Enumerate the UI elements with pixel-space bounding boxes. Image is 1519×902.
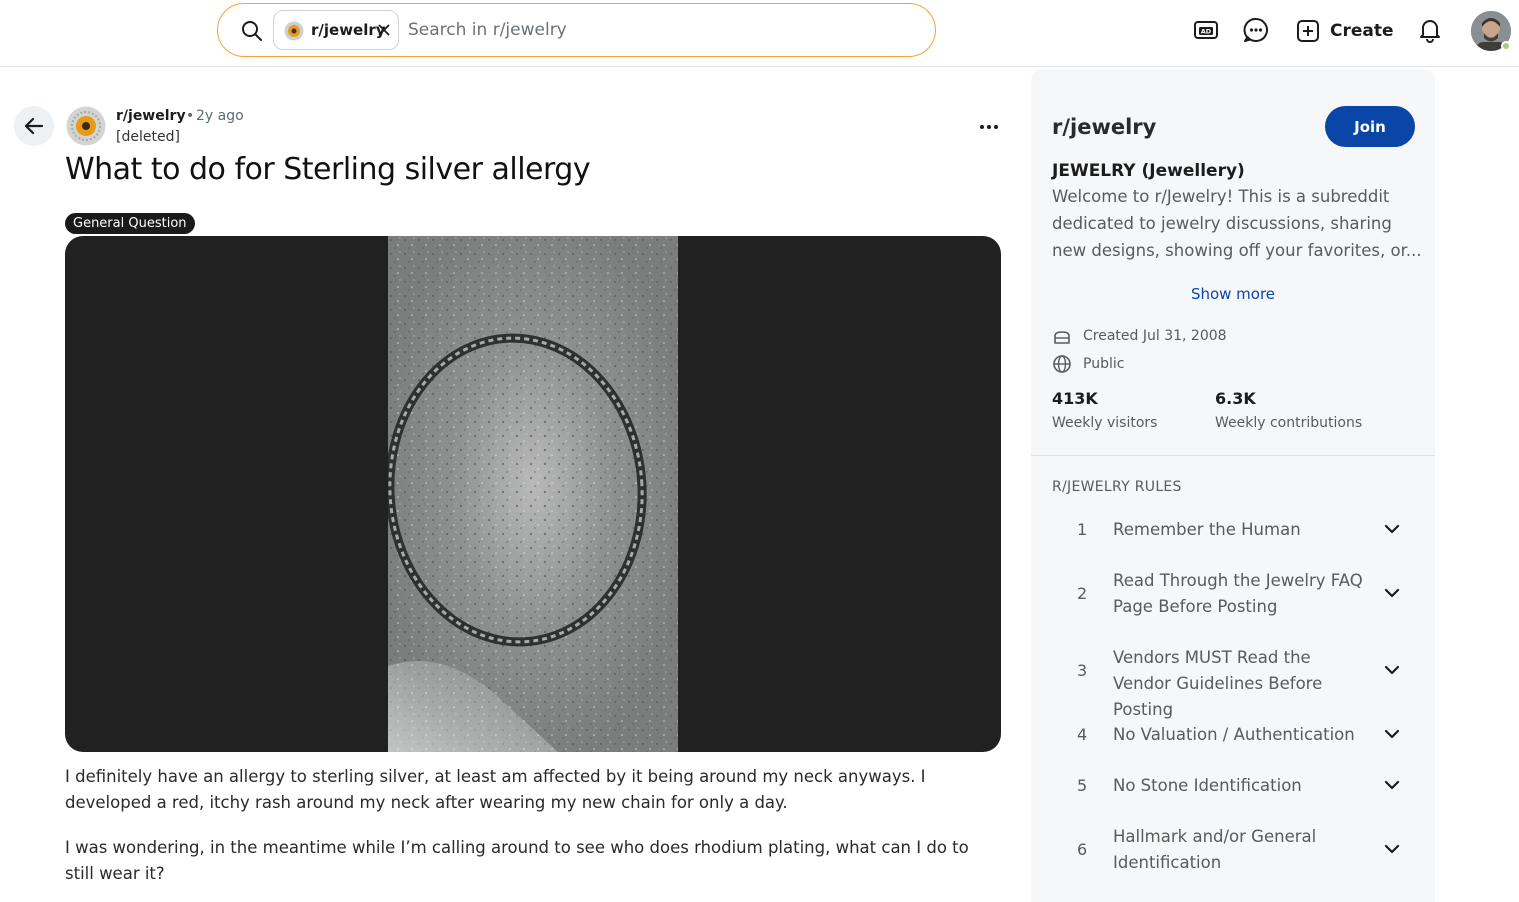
svg-text:AD: AD bbox=[1201, 28, 1212, 36]
weekly-contributions-count: 6.3K bbox=[1215, 389, 1256, 408]
rules-title: R/JEWELRY RULES bbox=[1052, 479, 1182, 495]
online-status-dot bbox=[1501, 41, 1511, 51]
plus-square-icon bbox=[1297, 20, 1319, 42]
rule-item[interactable]: 5 No Stone Identification bbox=[1031, 773, 1435, 799]
cake-icon bbox=[1054, 331, 1070, 344]
rule-number: 6 bbox=[1077, 840, 1088, 859]
community-title: r/jewelry bbox=[1052, 115, 1157, 139]
rule-text: Remember the Human bbox=[1113, 520, 1301, 539]
more-options-button[interactable] bbox=[976, 116, 1002, 138]
chevron-down-icon bbox=[1384, 844, 1400, 854]
rule-number: 2 bbox=[1077, 584, 1088, 603]
create-button[interactable]: Create bbox=[1296, 17, 1394, 45]
show-more-link[interactable]: Show more bbox=[1031, 285, 1435, 303]
chevron-down-icon bbox=[1384, 665, 1400, 675]
rule-item[interactable]: 6 Hallmark and/or General Identification bbox=[1031, 824, 1435, 876]
subreddit-avatar-icon bbox=[284, 21, 304, 41]
weekly-visitors-label: Weekly visitors bbox=[1052, 415, 1158, 431]
visibility-row: Public bbox=[1052, 353, 1124, 375]
community-sidebar: r/jewelry Join JEWELRY (Jewellery) Welco… bbox=[1031, 69, 1435, 902]
rule-text: Vendors MUST Read the Vendor Guidelines … bbox=[1113, 648, 1323, 719]
chevron-down-icon bbox=[1384, 524, 1400, 534]
ellipsis-icon bbox=[994, 125, 998, 129]
create-label: Create bbox=[1330, 21, 1394, 41]
visibility-label: Public bbox=[1083, 356, 1125, 372]
rule-text: No Stone Identification bbox=[1113, 776, 1302, 795]
rule-number: 5 bbox=[1077, 776, 1088, 795]
rule-number: 1 bbox=[1077, 520, 1088, 539]
rule-item[interactable]: 3 Vendors MUST Read the Vendor Guideline… bbox=[1031, 645, 1435, 719]
chevron-down-icon bbox=[1384, 588, 1400, 598]
globe-icon bbox=[1053, 355, 1071, 373]
weekly-visitors-count: 413K bbox=[1052, 389, 1098, 408]
post-body-paragraph: I was wondering, in the meantime while I… bbox=[65, 838, 969, 883]
subreddit-scope-chip[interactable]: r/jewelry bbox=[273, 10, 399, 50]
created-date: Created Jul 31, 2008 bbox=[1083, 328, 1227, 344]
back-button[interactable] bbox=[14, 106, 54, 146]
chevron-down-icon bbox=[1384, 729, 1400, 739]
meta-separator: • bbox=[186, 108, 195, 124]
scope-chip-label: r/jewelry bbox=[311, 21, 386, 39]
post-subreddit-link[interactable]: r/jewelry bbox=[116, 108, 186, 124]
advertise-icon[interactable]: AD bbox=[1192, 16, 1220, 44]
post-media[interactable] bbox=[65, 236, 1001, 752]
post-title: What to do for Sterling silver allergy bbox=[65, 152, 591, 187]
rule-item[interactable]: 1 Remember the Human bbox=[1031, 517, 1435, 543]
post-author: [deleted] bbox=[116, 129, 180, 145]
weekly-contributions-label: Weekly contributions bbox=[1215, 415, 1363, 431]
post-timestamp: 2y ago bbox=[196, 108, 244, 124]
rule-item[interactable]: 2 Read Through the Jewelry FAQ Page Befo… bbox=[1031, 568, 1435, 620]
rule-item[interactable]: 4 No Valuation / Authentication bbox=[1031, 722, 1435, 748]
rule-text: Read Through the Jewelry FAQ Page Before… bbox=[1113, 571, 1363, 616]
search-icon bbox=[242, 21, 262, 41]
join-button[interactable]: Join bbox=[1325, 106, 1415, 147]
search-bar[interactable]: r/jewelry bbox=[217, 3, 936, 57]
bell-icon[interactable] bbox=[1416, 16, 1444, 44]
rule-text: Hallmark and/or General Identification bbox=[1113, 827, 1317, 872]
search-input[interactable] bbox=[408, 16, 908, 44]
subreddit-avatar-icon[interactable] bbox=[66, 106, 106, 146]
created-row: Created Jul 31, 2008 bbox=[1052, 325, 1227, 347]
rule-number: 4 bbox=[1077, 725, 1088, 744]
rule-text: No Valuation / Authentication bbox=[1113, 725, 1355, 744]
ellipsis-icon bbox=[980, 125, 984, 129]
rule-number: 3 bbox=[1077, 661, 1088, 680]
community-heading: JEWELRY (Jewellery) bbox=[1052, 161, 1245, 181]
arrow-left-icon bbox=[24, 117, 44, 135]
post-image bbox=[388, 236, 678, 752]
post-body-paragraph: I definitely have an allergy to sterling… bbox=[65, 767, 926, 812]
post-flair[interactable]: General Question bbox=[65, 213, 195, 234]
community-description: Welcome to r/Jewelry! This is a subreddi… bbox=[1052, 187, 1422, 260]
ellipsis-icon bbox=[987, 125, 991, 129]
chevron-down-icon bbox=[1384, 780, 1400, 790]
top-navbar: r/jewelry AD Create bbox=[0, 0, 1519, 67]
close-icon[interactable] bbox=[377, 23, 391, 37]
chat-icon[interactable] bbox=[1242, 16, 1270, 44]
sidebar-divider bbox=[1031, 455, 1435, 456]
